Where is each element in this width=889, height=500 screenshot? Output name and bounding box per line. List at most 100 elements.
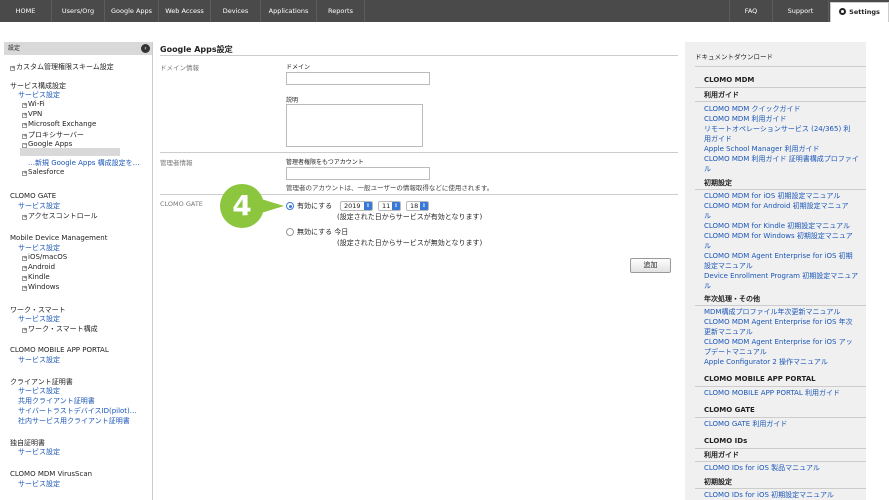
- expand-icon[interactable]: +: [22, 103, 27, 108]
- document-link[interactable]: CLOMO MDM 利用ガイド 証明書構成プロファイ: [704, 154, 859, 164]
- nav-tab-users-org[interactable]: Users/Org: [52, 0, 105, 22]
- expand-icon[interactable]: +: [22, 123, 27, 128]
- document-link[interactable]: ル: [704, 211, 711, 221]
- document-link[interactable]: CLOMO MDM for Kindle 初期設定マニュアル: [704, 221, 850, 231]
- document-section-heading: CLOMO MDM: [704, 76, 755, 84]
- description-textarea[interactable]: [286, 104, 423, 147]
- sidebar-item[interactable]: 共用クライアント証明書: [18, 396, 95, 406]
- sidebar-item-label: iOS/macOS: [28, 253, 68, 261]
- sidebar-item-label: VPN: [28, 110, 43, 118]
- sidebar-header-label: 設定: [8, 45, 21, 52]
- document-link[interactable]: CLOMO MOBILE APP PORTAL 利用ガイド: [704, 388, 840, 398]
- document-link[interactable]: CLOMO IDs for iOS 初期設定マニュアル: [704, 490, 834, 500]
- nav-tab-home[interactable]: HOME: [0, 0, 52, 22]
- expand-icon[interactable]: +: [22, 171, 27, 176]
- sidebar-item[interactable]: +Wi-Fi: [22, 100, 45, 108]
- document-link[interactable]: CLOMO IDs for iOS 製品マニュアル: [704, 463, 820, 473]
- document-link[interactable]: 設定マニュアル: [704, 261, 753, 271]
- sidebar-item[interactable]: +Kindle: [22, 273, 50, 281]
- document-link[interactable]: CLOMO MDM for iOS 初期設定マニュアル: [704, 191, 840, 201]
- document-link[interactable]: CLOMO GATE 利用ガイド: [704, 419, 787, 429]
- document-link[interactable]: MDM構成プロファイル年次更新マニュアル: [704, 307, 840, 317]
- document-link[interactable]: Device Enrollment Program 初期設定マニュア: [704, 271, 858, 281]
- sidebar-item-label: Kindle: [28, 273, 50, 281]
- sidebar-item[interactable]: +iOS/macOS: [22, 253, 67, 261]
- sidebar-item[interactable]: +Android: [22, 263, 55, 271]
- sidebar-item[interactable]: サービス設定: [18, 355, 60, 365]
- document-link[interactable]: CLOMO MDM Agent Enterprise for iOS 年次: [704, 317, 853, 327]
- sidebar-item[interactable]: +アクセスコントロール: [22, 211, 98, 221]
- page-title: Google Apps設定: [160, 45, 233, 54]
- nav-tab-faq[interactable]: FAQ: [729, 0, 773, 22]
- sidebar-item[interactable]: +Windows: [22, 283, 59, 291]
- sidebar-item[interactable]: …新規 Google Apps 構成設定を…: [28, 158, 140, 168]
- document-link[interactable]: CLOMO MDM クイックガイド: [704, 104, 801, 114]
- expand-icon[interactable]: +: [22, 266, 27, 271]
- document-section-heading: 利用ガイド: [704, 91, 739, 99]
- chevron-down-icon: ⇕: [392, 202, 400, 210]
- disable-radio[interactable]: [286, 228, 294, 236]
- sidebar-item[interactable]: +VPN: [22, 110, 42, 118]
- document-link[interactable]: CLOMO MDM for Android 初期設定マニュア: [704, 201, 849, 211]
- document-link[interactable]: CLOMO MDM Agent Enterprise for iOS 初期: [704, 251, 853, 261]
- sidebar-item[interactable]: サービス設定: [18, 479, 60, 489]
- expand-icon[interactable]: +: [22, 215, 27, 220]
- sidebar-item[interactable]: +ワーク・スマート構成: [22, 324, 98, 334]
- expand-icon[interactable]: +: [22, 256, 27, 261]
- sidebar-item-label: サービス設定: [18, 244, 60, 252]
- nav-tab-settings[interactable]: Settings: [830, 2, 889, 22]
- document-link[interactable]: CLOMO MDM 利用ガイド: [704, 114, 787, 124]
- sidebar-item[interactable]: サービス設定: [18, 447, 60, 457]
- expand-icon[interactable]: +: [22, 328, 27, 333]
- document-link[interactable]: ル: [704, 241, 711, 251]
- sidebar-section-heading: Mobile Device Management: [10, 234, 107, 242]
- document-link[interactable]: 用ガイド: [704, 134, 732, 144]
- sidebar-item[interactable]: +Microsoft Exchange: [22, 120, 96, 128]
- sidebar-item[interactable]: +Salesforce: [22, 168, 64, 176]
- document-link[interactable]: Apple School Manager 利用ガイド: [704, 144, 820, 154]
- document-link[interactable]: Apple Configurator 2 操作マニュアル: [704, 357, 828, 367]
- collapse-sidebar-button[interactable]: ‹: [141, 44, 150, 53]
- sidebar-item[interactable]: サービス設定: [18, 201, 60, 211]
- document-link[interactable]: プデートマニュアル: [704, 347, 767, 357]
- sidebar-item[interactable]: −Google Apps: [22, 140, 72, 148]
- document-link[interactable]: 更新マニュアル: [704, 327, 753, 337]
- collapse-icon[interactable]: −: [22, 143, 27, 148]
- document-section-heading: CLOMO MOBILE APP PORTAL: [704, 375, 816, 383]
- sidebar-item-label: プロキシサーバー: [28, 131, 84, 139]
- expand-icon[interactable]: +: [22, 134, 27, 139]
- expand-icon[interactable]: +: [22, 113, 27, 118]
- sidebar-item[interactable]: サービス設定: [18, 386, 60, 396]
- nav-tab-google-apps[interactable]: Google Apps: [105, 0, 159, 22]
- document-link[interactable]: CLOMO MDM for Windows 初期設定マニュア: [704, 231, 853, 241]
- enable-radio[interactable]: [286, 202, 294, 210]
- sidebar-item[interactable]: 社内サービス用クライアント証明書: [18, 416, 130, 426]
- day-select[interactable]: 18 ⇕: [406, 201, 429, 211]
- document-link[interactable]: リモートオペレーションサービス (24/365) 利: [704, 124, 850, 134]
- year-select[interactable]: 2019 ⇕: [340, 201, 373, 211]
- admin-account-label: 管理者権限をもつアカウント: [286, 159, 364, 166]
- document-link[interactable]: ル: [704, 281, 711, 291]
- month-select[interactable]: 11 ⇕: [378, 201, 401, 211]
- add-button[interactable]: 追加: [630, 258, 671, 273]
- step-badge: 4: [220, 184, 264, 228]
- expand-icon[interactable]: +: [22, 286, 27, 291]
- expand-icon[interactable]: +: [22, 276, 27, 281]
- document-link[interactable]: ル: [704, 164, 711, 174]
- admin-account-input[interactable]: [286, 167, 430, 180]
- sidebar-item[interactable]: サービス設定: [18, 243, 60, 253]
- sidebar-item[interactable]: サイバートラストデバイスID(pilot)…: [18, 406, 137, 416]
- document-link[interactable]: CLOMO MDM Agent Enterprise for iOS アッ: [704, 337, 853, 347]
- sidebar-item[interactable]: サービス設定: [18, 314, 60, 324]
- nav-tab-reports[interactable]: Reports: [317, 0, 365, 22]
- nav-tab-support[interactable]: Support: [773, 0, 829, 22]
- domain-input[interactable]: [286, 72, 430, 85]
- sidebar-item[interactable]: +プロキシサーバー: [22, 130, 84, 140]
- month-value: 11: [382, 202, 391, 210]
- nav-tab-devices[interactable]: Devices: [211, 0, 261, 22]
- expand-icon[interactable]: +: [10, 66, 15, 71]
- nav-tab-applications[interactable]: Applications: [261, 0, 317, 22]
- sidebar-item[interactable]: サービス設定: [18, 90, 60, 100]
- sidebar-item[interactable]: +カスタム管理権限スキーム設定: [10, 62, 114, 72]
- nav-tab-web-access[interactable]: Web Access: [159, 0, 211, 22]
